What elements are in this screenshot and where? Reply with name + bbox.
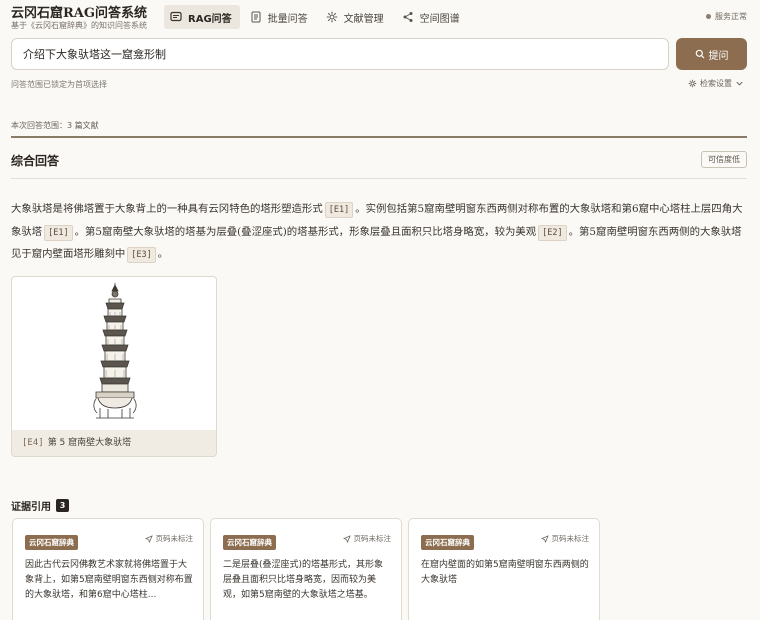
answer-text: 大象驮塔是将佛塔置于大象背上的一种具有云冈特色的塔形塑造形式 [E1] 。实例包括第…	[11, 198, 747, 266]
evidence-page: 页码未标注	[540, 533, 590, 544]
navigation-arrow-icon	[342, 534, 351, 543]
answer-segment: 。	[157, 248, 169, 260]
evidence-page-text: 页码未标注	[551, 534, 590, 543]
answer-section-title: 综合回答	[11, 154, 60, 168]
app-title: 云冈石窟RAG问答系统	[11, 6, 147, 21]
answer-range-note: 本次回答范围：3 篇文献	[11, 121, 99, 130]
tab-document-management[interactable]: 文献管理	[320, 5, 392, 29]
chevron-down-icon	[736, 81, 743, 86]
tab-label: RAG问答	[188, 13, 232, 25]
tab-spatial-graph[interactable]: 空间图谱	[396, 5, 468, 29]
evidence-text: 因此古代云冈佛教艺术家就将佛塔置于大象背上，如第5窟南壁明窗东西侧对称布置的大象…	[25, 560, 193, 600]
share-icon	[403, 12, 413, 22]
question-input[interactable]	[11, 38, 669, 70]
ask-button-label: 提问	[708, 50, 729, 62]
evidence-title-text: 证据引用	[11, 502, 51, 513]
navigation-arrow-icon	[144, 534, 153, 543]
confidence-badge: 可信度低	[701, 151, 747, 168]
evidence-source-tag: 云冈石窟辞典	[223, 535, 276, 550]
figure-card[interactable]: [E4] 第 5 窟南壁大象驮塔	[11, 276, 217, 457]
answer-segment: 。第5窟南壁大象驮塔的塔基为层叠(叠涩座式)的塔基形式，形象层叠且面积只比塔身略…	[74, 225, 537, 238]
settings-label: 检索设置	[700, 79, 732, 88]
answer-segment: 大象驮塔是将佛塔置于大象背上的一种具有云冈特色的塔形塑造形式	[11, 203, 323, 215]
tab-label: 批量问答	[267, 13, 308, 25]
figure-caption: [E4] 第 5 窟南壁大象驮塔	[12, 430, 216, 456]
evidence-count-badge: 3	[56, 499, 69, 512]
citation-e2[interactable]: [E2]	[538, 224, 567, 241]
evidence-text: 在窟内壁面的如第5窟南壁明窗东西两侧的大象驮塔	[421, 560, 589, 585]
citation-e1[interactable]: [E1]	[324, 202, 354, 218]
figure-code: [E4]	[22, 438, 44, 448]
main-nav: RAG问答 批量问答 文献管理 空间图谱	[164, 5, 472, 29]
tab-batch-qa[interactable]: 批量问答	[244, 5, 316, 29]
evidence-card[interactable]: 云冈石窟辞典 页码未标注 二是层叠(叠涩座式)的塔基形式，其形象层叠且面积只比塔…	[210, 518, 402, 620]
evidence-source-tag: 云冈石窟辞典	[421, 535, 474, 550]
figure-caption-text: 第 5 窟南壁大象驮塔	[47, 438, 132, 448]
evidence-page-text: 页码未标注	[155, 534, 194, 543]
document-icon	[251, 11, 261, 23]
service-status: 服务正常	[706, 11, 747, 22]
citation-e3[interactable]: [E3]	[127, 247, 156, 263]
answer-divider	[11, 178, 747, 179]
evidence-text: 二是层叠(叠涩座式)的塔基形式，其形象层叠且面积只比塔身略宽，因而较为美观，如第…	[223, 560, 384, 600]
citation-e1[interactable]: [E1]	[44, 224, 73, 241]
scope-note: 问答范围已锁定为首项选择	[11, 80, 107, 89]
search-icon	[695, 49, 704, 59]
evidence-page: 页码未标注	[144, 533, 194, 544]
section-divider	[11, 136, 747, 138]
tab-label: 空间图谱	[419, 13, 460, 25]
app-subtitle: 基于《云冈石窟辞典》的知识问答系统	[11, 21, 147, 30]
ask-button[interactable]: 提问	[676, 38, 747, 70]
navigation-arrow-icon	[540, 534, 549, 543]
status-text: 服务正常	[715, 12, 747, 21]
retrieval-settings-button[interactable]: 检索设置	[688, 78, 747, 89]
gear-icon	[326, 11, 337, 23]
evidence-section-title: 证据引用 3	[11, 498, 69, 513]
tab-label: 文献管理	[343, 13, 384, 25]
gear-icon	[688, 79, 697, 88]
pagoda-on-elephant-illustration	[93, 283, 137, 419]
evidence-source-tag: 云冈石窟辞典	[25, 535, 78, 550]
evidence-card[interactable]: 云冈石窟辞典 页码未标注 在窟内壁面的如第5窟南壁明窗东西两侧的大象驮塔	[408, 518, 600, 620]
evidence-page-text: 页码未标注	[353, 534, 392, 543]
app-header: 云冈石窟RAG问答系统 基于《云冈石窟辞典》的知识问答系统 RAG问答 批量问答…	[0, 0, 760, 34]
status-dot-icon	[706, 14, 711, 19]
evidence-card[interactable]: 云冈石窟辞典 页码未标注 因此古代云冈佛教艺术家就将佛塔置于大象背上，如第5窟南…	[12, 518, 204, 620]
chat-icon	[170, 11, 182, 22]
evidence-page: 页码未标注	[342, 533, 392, 544]
tab-rag-qa[interactable]: RAG问答	[164, 5, 240, 29]
